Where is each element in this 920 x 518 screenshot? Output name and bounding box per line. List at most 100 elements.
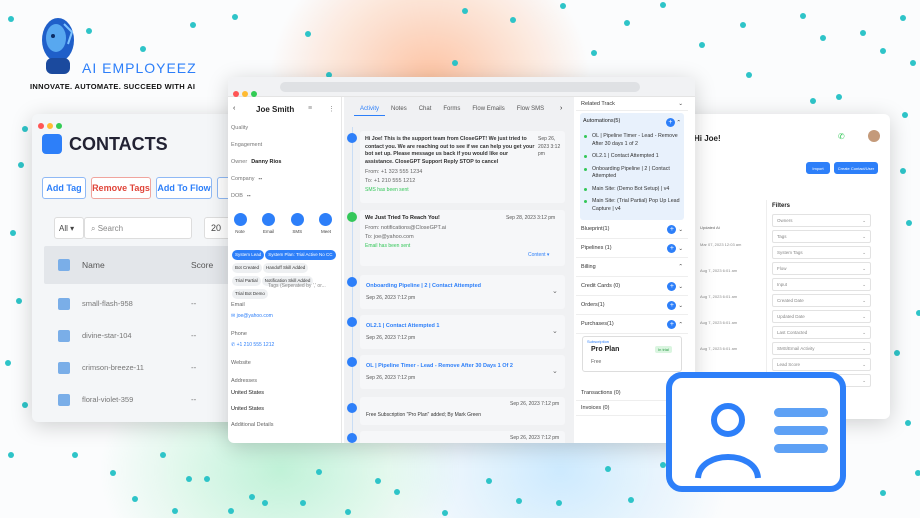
contact-name[interactable]: floral-violet-359 xyxy=(82,395,133,404)
additional-details-label[interactable]: Additional Details xyxy=(231,422,339,428)
select-all-checkbox[interactable] xyxy=(58,259,70,271)
contact-field[interactable]: Engagement xyxy=(231,142,281,159)
action-meet-button[interactable]: Meet xyxy=(318,213,334,234)
table-row[interactable]: floral-violet-359 -- xyxy=(44,386,254,414)
phone-value[interactable]: +1 210 555 1212 xyxy=(237,342,275,348)
tag-chip[interactable]: Trial Partial xyxy=(232,276,261,286)
chevron-down-icon[interactable]: ⌄ xyxy=(552,287,558,295)
filter-dropdown[interactable]: Created Date ⌄ xyxy=(772,294,871,307)
contact-name[interactable]: crimson-breeze-11 xyxy=(82,363,144,372)
chevron-down-icon[interactable]: ⌄ xyxy=(678,101,683,107)
add-button[interactable]: + xyxy=(667,243,677,253)
row-checkbox[interactable] xyxy=(58,330,70,342)
event-title[interactable]: OL | Pipeline Timer - Lead - Remove Afte… xyxy=(366,363,513,369)
contact-field[interactable]: Owner Danny Rios xyxy=(231,159,281,176)
content-link[interactable]: Content ▾ xyxy=(528,252,549,258)
table-row[interactable]: divine-star-104 -- xyxy=(44,322,254,350)
related-section[interactable]: Blueprint(1) + ⌄ xyxy=(576,220,688,239)
contact-field[interactable]: DOB -- xyxy=(231,193,281,210)
address-bar[interactable] xyxy=(280,82,640,92)
tab-chat[interactable]: Chat xyxy=(413,106,438,116)
tab-notes[interactable]: Notes xyxy=(385,106,413,116)
action-label: SMS xyxy=(292,229,303,234)
pipeline-event-card[interactable]: Onboarding Pipeline | 2 | Contact Attemp… xyxy=(360,275,565,309)
event-title[interactable]: Onboarding Pipeline | 2 | Contact Attemp… xyxy=(366,283,481,289)
import-button[interactable]: Import xyxy=(806,162,830,174)
chevron-up-icon[interactable]: ⌃ xyxy=(676,120,681,126)
section-actions: + ⌄ xyxy=(667,243,683,253)
add-to-flow-button[interactable]: Add To Flow xyxy=(156,177,212,199)
chevron-down-icon[interactable]: ⌄ xyxy=(552,327,558,335)
row-checkbox[interactable] xyxy=(58,394,70,406)
action-note-button[interactable]: Note xyxy=(232,213,248,234)
pipeline-event-card[interactable]: OL2.1 | Contact Attempted 1 Sep 26, 2023 … xyxy=(360,315,565,349)
add-automation-button[interactable]: + xyxy=(665,118,675,127)
table-row[interactable]: crimson-breeze-11 -- xyxy=(44,354,254,382)
chevron-down-icon[interactable]: ⌄ xyxy=(552,367,558,375)
related-section[interactable]: Purchases(1) + ⌃ xyxy=(576,315,688,334)
tabs-next-icon[interactable]: › xyxy=(560,105,562,112)
add-button[interactable]: + xyxy=(667,319,677,329)
action-email-button[interactable]: Email xyxy=(261,213,277,234)
filter-dropdown[interactable]: SMS/Email Activity ⌄ xyxy=(772,342,871,355)
automation-item[interactable]: OL2.1 | Contact Attempted 1 xyxy=(580,151,684,164)
tab-activity[interactable]: Activity xyxy=(354,106,386,116)
automation-item[interactable]: Onboarding Pipeline | 2 | Contact Attemp… xyxy=(580,164,684,184)
email-value[interactable]: joe@yahoo.com xyxy=(237,313,273,319)
chevron-icon[interactable]: ⌄ xyxy=(678,303,683,309)
contact-field[interactable]: Company -- xyxy=(231,176,281,193)
contact-name[interactable]: divine-star-104 xyxy=(82,331,132,340)
tags-input[interactable]: Tags (Seperated by ',' or... xyxy=(268,283,336,289)
add-tag-button[interactable]: Add Tag xyxy=(42,177,86,199)
chevron-icon[interactable]: ⌄ xyxy=(678,246,683,252)
more-icon[interactable]: ⋮ xyxy=(328,105,335,113)
add-button[interactable]: + xyxy=(667,224,677,234)
create-contact-button[interactable]: Create Contact/User xyxy=(834,162,878,174)
avatar[interactable] xyxy=(868,130,880,142)
filter-dropdown[interactable]: Lead Score ⌄ xyxy=(772,358,871,371)
tag-chip[interactable]: Handoff Skill Added xyxy=(263,263,309,273)
tab-flow-emails[interactable]: Flow Emails xyxy=(466,106,510,116)
tab-forms[interactable]: Forms xyxy=(437,106,466,116)
tab-flow-sms[interactable]: Flow SMS xyxy=(511,106,550,116)
phone-icon[interactable]: ✆ xyxy=(838,132,845,141)
related-section[interactable]: Orders(1) + ⌄ xyxy=(576,296,688,315)
add-button[interactable]: + xyxy=(667,281,677,291)
related-section[interactable]: Billing ⌃ xyxy=(576,258,688,277)
automation-item[interactable]: Main Site: (Demo Bot Setup) | v4 xyxy=(580,184,684,197)
chevron-icon[interactable]: ⌃ xyxy=(678,322,683,328)
row-checkbox[interactable] xyxy=(58,362,70,374)
pipeline-event-card[interactable]: OL | Pipeline Timer - Lead - Remove Afte… xyxy=(360,355,565,389)
filter-dropdown[interactable]: Owners ⌄ xyxy=(772,214,871,227)
tag-chip[interactable]: System Lead xyxy=(232,250,265,260)
chevron-icon[interactable]: ⌃ xyxy=(678,264,683,270)
filter-dropdown[interactable]: Flow ⌄ xyxy=(772,262,871,275)
search-input[interactable]: ⌕ Search xyxy=(84,217,192,239)
filter-dropdown[interactable]: Tags ⌄ xyxy=(772,230,871,243)
filter-dropdown[interactable]: Updated Date ⌄ xyxy=(772,310,871,323)
filter-select[interactable]: All ▾ xyxy=(54,217,84,239)
automation-item[interactable]: Main Site: (Trial Partial) Pop Up Lead C… xyxy=(580,196,684,216)
contact-field[interactable]: Quality xyxy=(231,125,281,142)
section-actions: ⌃ xyxy=(676,264,683,270)
menu-icon[interactable]: ≡ xyxy=(308,105,312,112)
filter-dropdown[interactable]: System Tags ⌄ xyxy=(772,246,871,259)
tag-chip[interactable]: Trial Bot Demo xyxy=(232,289,268,299)
back-chevron-icon[interactable]: ‹ xyxy=(233,105,235,112)
tag-chip[interactable]: System Plan: Trial Active No CC xyxy=(265,250,336,260)
automation-item[interactable]: OL | Pipeline Timer - Lead - Remove Afte… xyxy=(580,131,684,151)
event-title[interactable]: OL2.1 | Contact Attempted 1 xyxy=(366,323,439,329)
remove-tags-button[interactable]: Remove Tags xyxy=(91,177,151,199)
row-checkbox[interactable] xyxy=(58,298,70,310)
filter-dropdown[interactable]: Last Contacted ⌄ xyxy=(772,326,871,339)
filter-dropdown[interactable]: Input ⌄ xyxy=(772,278,871,291)
chevron-icon[interactable]: ⌄ xyxy=(678,227,683,233)
table-row[interactable]: small-flash-958 -- xyxy=(44,290,254,318)
action-sms-button[interactable]: SMS xyxy=(289,213,305,234)
chevron-icon[interactable]: ⌄ xyxy=(678,284,683,290)
related-section[interactable]: Pipelines (1) + ⌄ xyxy=(576,239,688,258)
add-button[interactable]: + xyxy=(667,300,677,310)
contact-name[interactable]: small-flash-958 xyxy=(82,299,133,308)
tag-chip[interactable]: Bot Created xyxy=(232,263,263,273)
related-section[interactable]: Credit Cards (0) + ⌄ xyxy=(576,277,688,296)
